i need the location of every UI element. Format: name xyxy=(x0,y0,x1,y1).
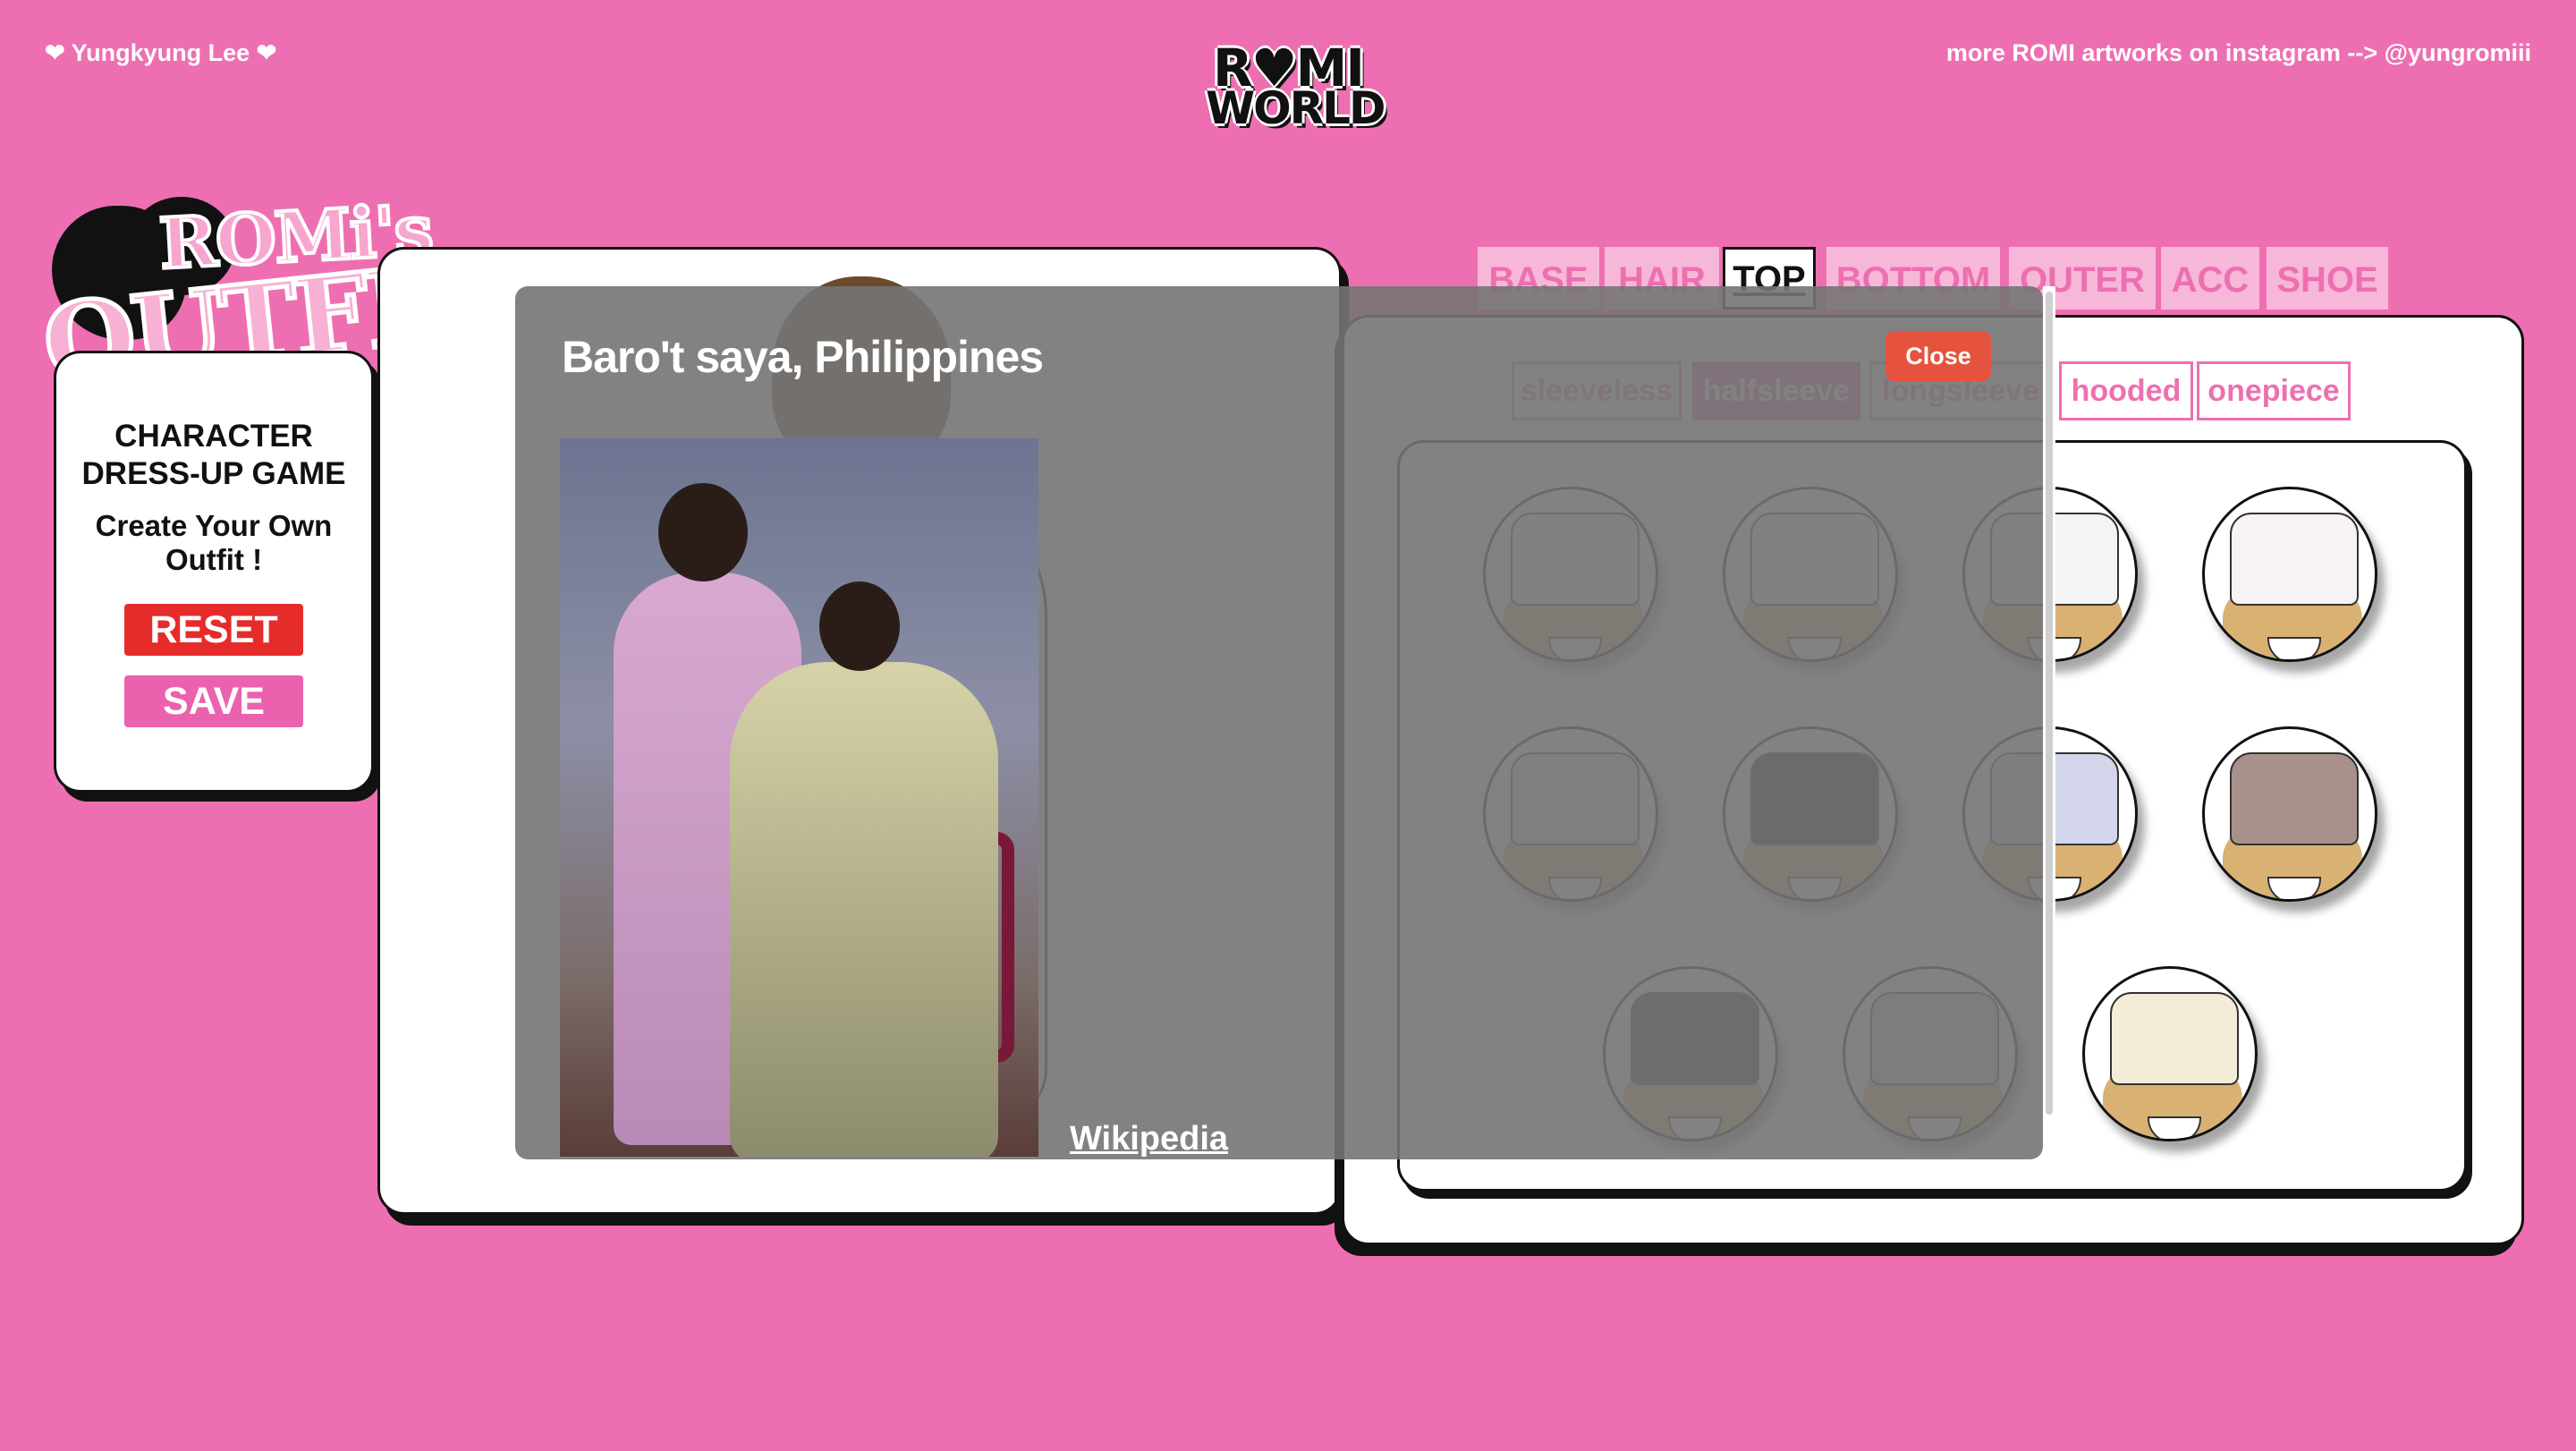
logo-line-2: WORLD xyxy=(1206,82,1386,134)
overlay-title: Baro't saya, Philippines xyxy=(562,332,1044,382)
item-shirt xyxy=(2110,992,2239,1085)
save-button[interactable]: SAVE xyxy=(124,675,303,727)
subtab-hooded[interactable]: hooded xyxy=(2059,361,2193,420)
wikipedia-link[interactable]: Wikipedia xyxy=(1070,1120,1228,1158)
item-top-8[interactable] xyxy=(2202,726,2377,902)
tab-shoe[interactable]: SHOE xyxy=(2267,247,2388,310)
item-shirt xyxy=(2230,752,2359,845)
tab-acc[interactable]: ACC xyxy=(2161,247,2259,310)
item-top-4[interactable] xyxy=(2202,487,2377,662)
photo-head-standing xyxy=(658,483,748,581)
reset-button[interactable]: RESET xyxy=(124,604,303,656)
close-button[interactable]: Close xyxy=(1885,331,1991,381)
photo-figure-seated xyxy=(730,662,998,1157)
info-card: CHARACTER DRESS-UP GAME Create Your Own … xyxy=(54,351,374,793)
credit-author: ❤ Yungkyung Lee ❤ xyxy=(45,39,277,66)
game-title: CHARACTER DRESS-UP GAME xyxy=(81,419,346,491)
barot-saya-photo xyxy=(560,438,1038,1157)
instagram-link[interactable]: more ROMI artworks on instagram --> @yun… xyxy=(1946,39,2531,67)
scrollbar-thumb[interactable] xyxy=(2046,292,2053,1115)
photo-head-seated xyxy=(819,581,900,671)
game-subtitle: Create Your Own Outfit ! xyxy=(95,509,333,576)
overlay-scrollbar[interactable] xyxy=(2043,286,2055,1159)
item-top-11[interactable] xyxy=(2082,966,2258,1141)
romi-world-logo[interactable]: R♥MI WORLD xyxy=(1206,38,1386,134)
item-shirt xyxy=(2230,513,2359,606)
subtab-onepiece[interactable]: onepiece xyxy=(2197,361,2351,420)
